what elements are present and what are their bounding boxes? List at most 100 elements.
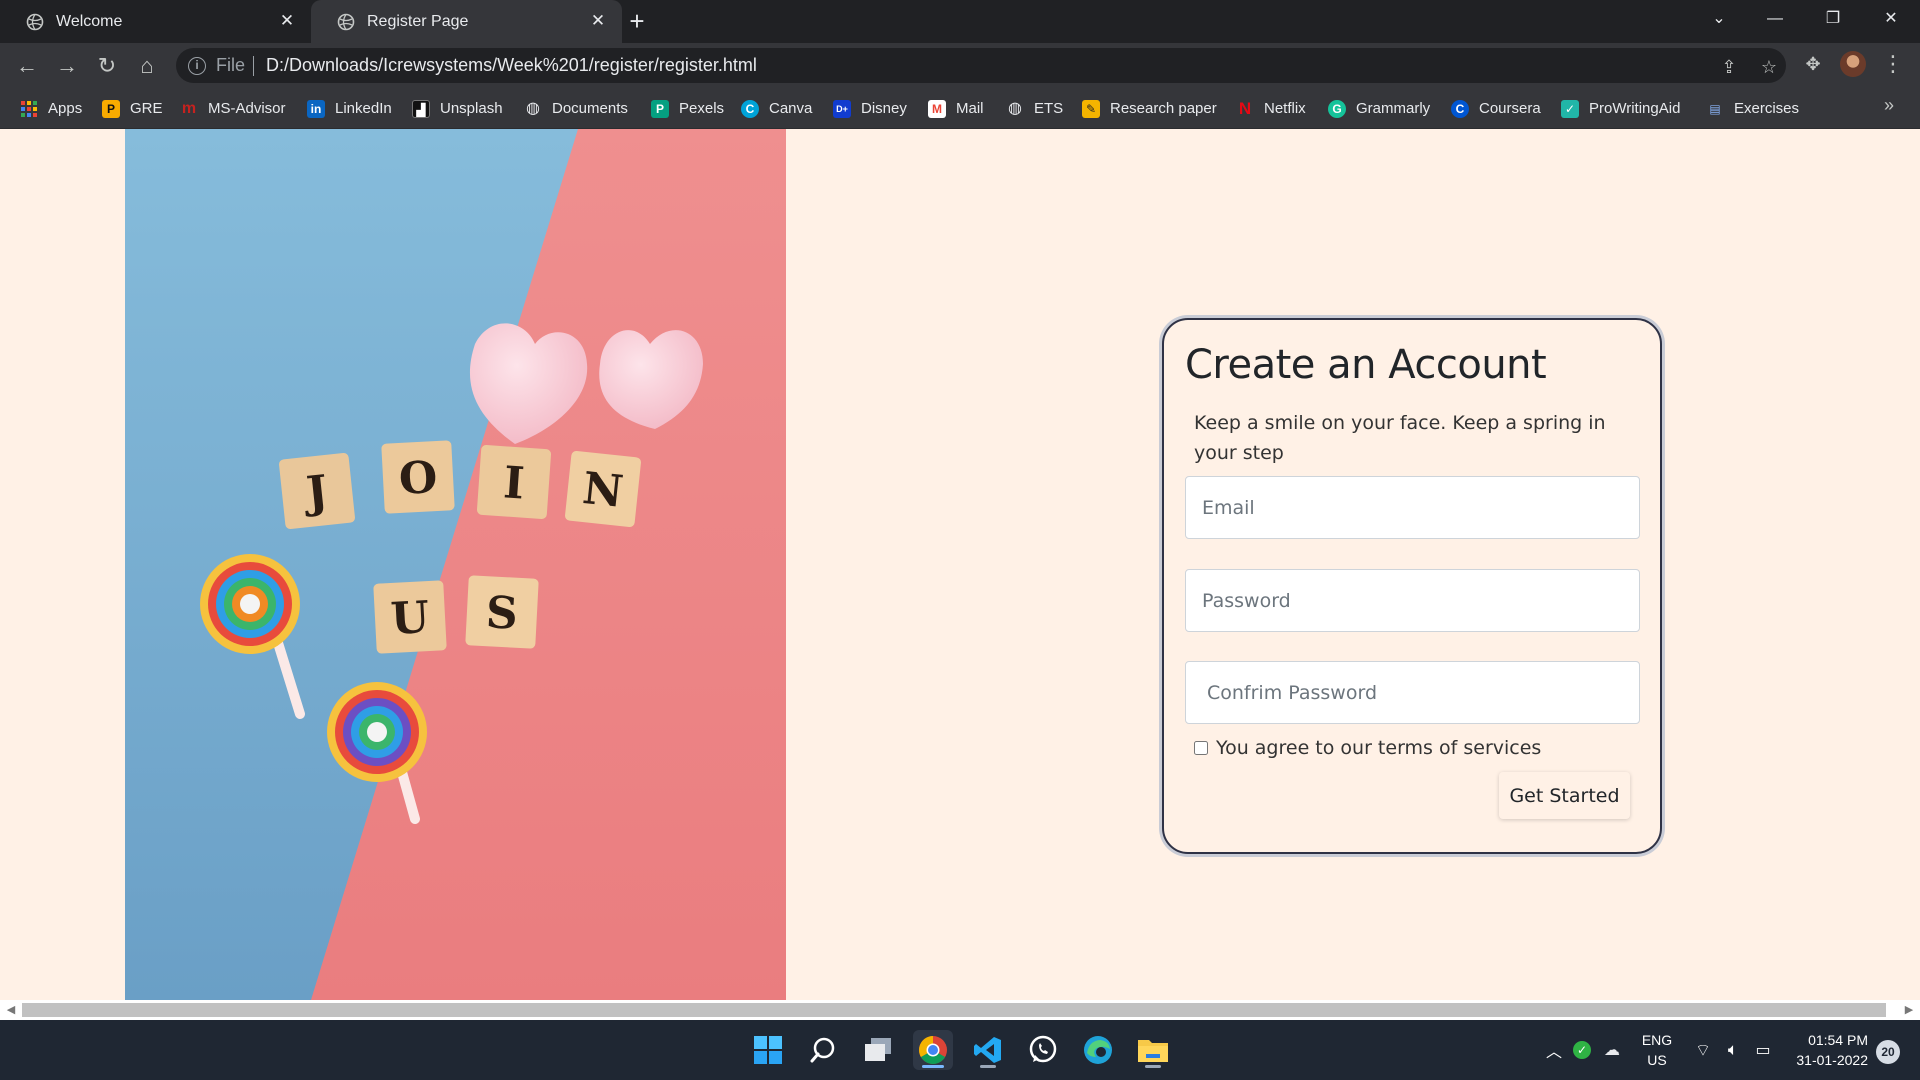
confirm-password-field[interactable] <box>1185 661 1640 724</box>
canva-icon: C <box>741 99 759 118</box>
coursera-icon: C <box>1451 99 1469 118</box>
share-icon[interactable]: ⇪ <box>1716 54 1742 80</box>
bookmark-apps[interactable]: Apps <box>20 88 82 129</box>
extensions-icon[interactable]: ✥ <box>1800 51 1826 77</box>
security-icon[interactable]: ✓ <box>1570 1020 1594 1080</box>
bookmark-label: Grammarly <box>1356 100 1431 117</box>
bookmark-exercises[interactable]: ▤ Exercises <box>1706 88 1799 129</box>
letter-tile: J <box>279 453 355 529</box>
bookmark-disney[interactable]: D+ Disney <box>833 88 907 129</box>
back-button[interactable]: ← <box>12 51 42 81</box>
bookmark-coursera[interactable]: C Coursera <box>1451 88 1541 129</box>
tagline: Keep a smile on your face. Keep a spring… <box>1194 412 1606 464</box>
bookmark-label: Coursera <box>1479 100 1541 117</box>
bookmark-gre[interactable]: P GRE <box>102 88 163 129</box>
terms-row: You agree to our terms of services <box>1194 737 1541 759</box>
forward-button[interactable]: → <box>52 51 82 81</box>
bookmark-label: Mail <box>956 100 984 117</box>
scrollbar-thumb[interactable] <box>22 1003 1886 1017</box>
search-icon[interactable] <box>803 1030 843 1070</box>
join-us-illustration: J O I N U S <box>125 129 786 1000</box>
gre-icon: P <box>102 99 120 118</box>
tab-register-page[interactable]: Register Page ✕ <box>311 0 622 43</box>
unsplash-icon: ▟ <box>412 99 430 118</box>
more-bookmarks-icon[interactable]: » <box>1884 95 1894 116</box>
netflix-icon: N <box>1238 98 1252 118</box>
email-field[interactable] <box>1185 476 1640 539</box>
bookmark-ets[interactable]: ◍ ETS <box>1006 88 1063 129</box>
bookmark-label: ProWritingAid <box>1589 100 1681 117</box>
terms-checkbox[interactable] <box>1194 741 1208 755</box>
ms-advisor-icon: m <box>181 99 197 117</box>
linkedin-icon: in <box>307 99 325 118</box>
clock[interactable]: 01:54 PM 31-01-2022 <box>1790 1030 1868 1070</box>
bookmark-prowritingaid[interactable]: ✓ ProWritingAid <box>1561 88 1680 129</box>
bookmark-grammarly[interactable]: G Grammarly <box>1328 88 1430 129</box>
scroll-right-icon[interactable]: ▶ <box>1902 1002 1916 1018</box>
address-bar[interactable]: i File D:/Downloads/Icrewsystems/Week%20… <box>176 48 1786 83</box>
letter-tile: O <box>381 440 455 514</box>
bookmark-ms-advisor[interactable]: m MS-Advisor <box>180 88 286 129</box>
bookmark-pexels[interactable]: P Pexels <box>651 88 724 129</box>
notification-badge[interactable]: 20 <box>1876 1040 1900 1064</box>
bookmark-label: Netflix <box>1264 100 1306 117</box>
bookmark-label: GRE <box>130 100 163 117</box>
bookmark-star-icon[interactable]: ☆ <box>1756 54 1782 80</box>
bookmark-research-paper[interactable]: ✎ Research paper <box>1082 88 1217 129</box>
tab-title: Welcome <box>56 12 123 30</box>
letter-tile: I <box>476 444 552 520</box>
bookmark-linkedin[interactable]: in LinkedIn <box>307 88 392 129</box>
gmail-icon: M <box>928 99 946 118</box>
minimize-button[interactable]: — <box>1752 0 1798 40</box>
get-started-button[interactable]: Get Started <box>1499 772 1630 819</box>
home-button[interactable]: ⌂ <box>132 51 162 81</box>
bookmark-label: Documents <box>552 100 628 117</box>
close-tab-icon[interactable]: ✕ <box>588 11 608 31</box>
time-label: 01:54 PM <box>1808 1032 1868 1048</box>
volume-icon[interactable]: 🔈︎ <box>1720 1020 1746 1080</box>
battery-icon[interactable]: ▭ <box>1750 1020 1776 1080</box>
whatsapp-icon[interactable] <box>1023 1030 1063 1070</box>
password-field[interactable] <box>1185 569 1640 632</box>
close-window-button[interactable]: ✕ <box>1868 0 1914 40</box>
globe-icon <box>26 13 44 30</box>
tray-overflow-icon[interactable]: ︿ <box>1542 1020 1566 1080</box>
tab-title: Register Page <box>367 12 469 30</box>
globe-icon <box>337 13 355 30</box>
new-tab-button[interactable]: + <box>622 6 652 36</box>
bookmark-canva[interactable]: C Canva <box>741 88 812 129</box>
bookmark-netflix[interactable]: N Netflix <box>1236 88 1306 129</box>
bookmark-documents[interactable]: ◍ Documents <box>524 88 628 129</box>
wifi-icon[interactable]: ⌔ <box>1690 1020 1716 1080</box>
horizontal-scrollbar[interactable]: ◀ ▶ <box>0 1000 1920 1020</box>
url-text[interactable]: D:/Downloads/Icrewsystems/Week%201/regis… <box>266 55 757 76</box>
url-scheme: File <box>216 55 246 75</box>
tab-welcome[interactable]: Welcome ✕ <box>0 0 311 43</box>
edge-icon[interactable] <box>1078 1030 1118 1070</box>
bookmark-label: Unsplash <box>440 100 503 117</box>
bookmark-label: ETS <box>1034 100 1064 117</box>
bookmark-mail[interactable]: M Mail <box>928 88 984 129</box>
vscode-icon[interactable] <box>968 1030 1008 1070</box>
scroll-left-icon[interactable]: ◀ <box>4 1002 18 1018</box>
svg-text:U: U <box>390 592 431 645</box>
bookmark-unsplash[interactable]: ▟ Unsplash <box>412 88 503 129</box>
register-card: Create an Account Keep a smile on your f… <box>1162 318 1662 854</box>
close-tab-icon[interactable]: ✕ <box>277 11 297 31</box>
bookmark-label: LinkedIn <box>335 100 392 117</box>
tab-search-icon[interactable]: ⌄ <box>1696 0 1742 40</box>
onedrive-icon[interactable]: ☁ <box>1600 1020 1624 1080</box>
profile-avatar[interactable] <box>1840 51 1866 77</box>
reload-button[interactable]: ↻ <box>92 51 122 81</box>
windows-start-icon[interactable] <box>748 1030 788 1070</box>
info-icon[interactable]: i <box>188 56 206 75</box>
task-view-icon[interactable] <box>858 1030 898 1070</box>
svg-text:N: N <box>580 463 625 518</box>
language-indicator[interactable]: ENG US <box>1630 1020 1684 1080</box>
apps-grid-icon <box>20 100 38 118</box>
browser-menu-icon[interactable]: ⋮ <box>1882 49 1904 79</box>
chrome-icon[interactable] <box>913 1030 953 1070</box>
restore-button[interactable]: ❐ <box>1810 0 1856 40</box>
file-explorer-icon[interactable] <box>1133 1030 1173 1070</box>
date-label: 31-01-2022 <box>1796 1052 1868 1068</box>
